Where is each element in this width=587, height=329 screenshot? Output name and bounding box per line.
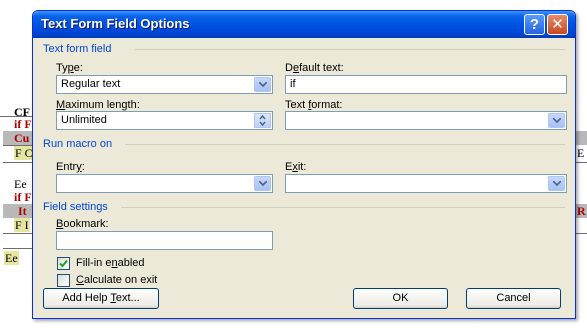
type-dropdown-button[interactable] — [254, 77, 271, 92]
type-label: Type: — [56, 62, 83, 74]
maximum-length-label: Maximum length: — [56, 99, 140, 111]
help-button[interactable]: ? — [524, 14, 545, 35]
chevron-down-icon — [259, 181, 267, 187]
default-text-input[interactable]: if — [285, 75, 567, 94]
fill-in-enabled-label[interactable]: Fill-in enabled — [76, 257, 145, 269]
add-help-text-button[interactable]: Add Help Text... — [43, 288, 159, 309]
doc-text: R — [577, 204, 586, 218]
text-format-dropdown-button[interactable] — [548, 113, 565, 128]
table-border — [3, 162, 32, 163]
checkmark-icon — [59, 259, 68, 268]
doc-text: if F — [14, 190, 32, 204]
cancel-button[interactable]: Cancel — [466, 288, 561, 309]
exit-label: Exit: — [285, 161, 307, 173]
bookmark-label: Bookmark: — [56, 218, 109, 230]
calculate-on-exit-label[interactable]: Calculate on exit — [76, 274, 157, 286]
group-title-text-form-field: Text form field — [43, 43, 112, 55]
text-format-dropdown[interactable] — [285, 111, 567, 130]
chevron-down-icon — [259, 82, 267, 88]
up-down-arrows-icon — [259, 114, 266, 127]
entry-label: Entry: — [56, 161, 85, 173]
table-border — [3, 233, 32, 234]
text-format-label: Text format: — [285, 99, 343, 111]
maximum-length-value: Unlimited — [61, 114, 107, 126]
doc-text: Cu — [14, 131, 30, 145]
exit-macro-dropdown[interactable] — [285, 174, 567, 193]
doc-text: F I — [14, 218, 30, 232]
maximum-length-spinner[interactable]: Unlimited — [56, 111, 273, 130]
type-dropdown[interactable]: Regular text — [56, 75, 273, 94]
doc-text: F C — [14, 146, 34, 160]
close-button[interactable]: ✕ — [547, 14, 568, 35]
group-title-run-macro: Run macro on — [43, 138, 113, 150]
question-mark-icon: ? — [529, 16, 540, 33]
close-icon: ✕ — [551, 16, 564, 33]
doc-text: E — [577, 146, 585, 160]
chevron-down-icon — [553, 181, 561, 187]
group-divider — [121, 207, 565, 208]
type-value: Regular text — [61, 78, 121, 90]
entry-dropdown-button[interactable] — [254, 176, 271, 191]
ok-button[interactable]: OK — [353, 288, 448, 309]
group-divider — [125, 144, 565, 145]
chevron-down-icon — [553, 118, 561, 124]
doc-text: if F — [14, 117, 32, 131]
fill-in-enabled-checkbox[interactable] — [57, 257, 70, 270]
group-divider — [135, 49, 565, 50]
text-form-field-options-dialog: Text Form Field Options ? ✕ Text form fi… — [32, 10, 576, 319]
default-text-value: if — [290, 78, 296, 90]
group-title-field-settings: Field settings — [43, 201, 108, 213]
spin-buttons[interactable] — [254, 113, 271, 128]
bookmark-input[interactable] — [56, 231, 273, 250]
entry-macro-dropdown[interactable] — [56, 174, 273, 193]
dialog-title: Text Form Field Options — [41, 16, 190, 31]
doc-text: It — [18, 204, 27, 218]
calculate-on-exit-checkbox[interactable] — [57, 274, 70, 287]
doc-text: Ee — [4, 251, 19, 265]
exit-dropdown-button[interactable] — [548, 176, 565, 191]
table-border — [3, 248, 32, 249]
title-bar[interactable]: Text Form Field Options ? ✕ — [33, 11, 575, 38]
dialog-client-area: Text form field Type: Regular text Defau… — [33, 38, 575, 318]
default-text-label: Default text: — [285, 62, 344, 74]
